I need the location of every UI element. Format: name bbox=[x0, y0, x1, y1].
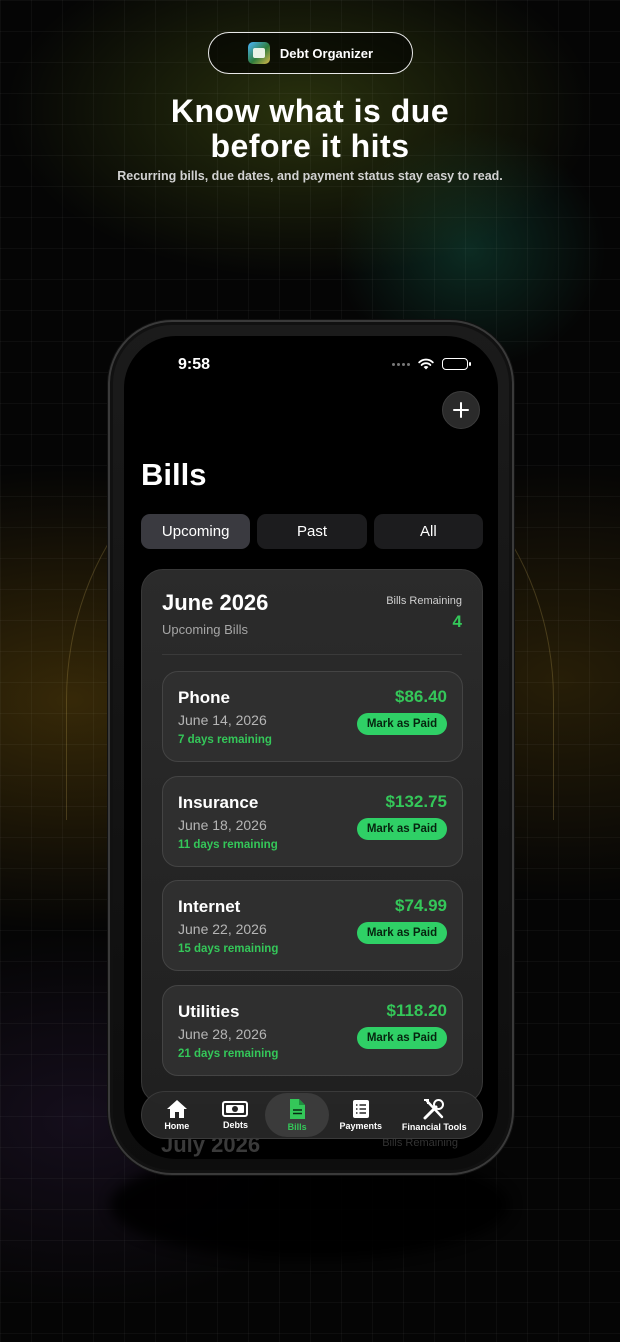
bill-due-date: June 22, 2026 bbox=[178, 921, 267, 937]
segment-past[interactable]: Past bbox=[257, 514, 367, 549]
battery-icon bbox=[442, 358, 471, 370]
bill-name: Phone bbox=[178, 688, 230, 707]
phone-frame: 9:58 Bills Upcoming Past All June 2026 U… bbox=[108, 320, 514, 1175]
headline-line-1: Know what is due bbox=[170, 93, 450, 129]
bill-card-internet[interactable]: Internet June 22, 2026 15 days remaining… bbox=[162, 880, 463, 971]
headline-line-2: before it hits bbox=[210, 128, 410, 164]
banknote-icon bbox=[222, 1101, 249, 1117]
month-subtitle: Upcoming Bills bbox=[162, 622, 248, 637]
tab-label: Financial Tools bbox=[401, 1122, 467, 1132]
tab-bar: Home Debts Bills Payments Financial Tool… bbox=[141, 1091, 483, 1139]
mark-as-paid-button[interactable]: Mark as Paid bbox=[357, 922, 447, 944]
bill-amount: $132.75 bbox=[385, 792, 447, 811]
bill-name: Utilities bbox=[178, 1002, 240, 1021]
status-time: 9:58 bbox=[178, 356, 211, 373]
bill-amount: $118.20 bbox=[386, 1001, 447, 1020]
phone-screen: 9:58 Bills Upcoming Past All June 2026 U… bbox=[124, 336, 498, 1159]
bill-card-insurance[interactable]: Insurance June 18, 2026 11 days remainin… bbox=[162, 776, 463, 867]
promo-subheadline: Recurring bills, due dates, and payment … bbox=[117, 169, 503, 183]
bill-name: Insurance bbox=[178, 793, 259, 812]
bill-due-date: June 18, 2026 bbox=[178, 817, 267, 833]
app-logo-icon bbox=[247, 42, 270, 64]
app-badge: Debt Organizer bbox=[208, 32, 413, 74]
tab-debts[interactable]: Debts bbox=[206, 1093, 266, 1137]
bill-card-utilities[interactable]: Utilities June 28, 2026 21 days remainin… bbox=[162, 985, 463, 1076]
bill-days-remaining: 11 days remaining bbox=[178, 839, 278, 851]
bill-due-date: June 28, 2026 bbox=[178, 1026, 267, 1042]
wifi-icon bbox=[418, 358, 434, 370]
divider bbox=[162, 654, 462, 655]
bills-remaining-count: 4 bbox=[452, 612, 462, 631]
mark-as-paid-button[interactable]: Mark as Paid bbox=[357, 818, 447, 840]
page-title: Bills bbox=[141, 457, 207, 492]
tab-label: Debts bbox=[222, 1120, 248, 1130]
tab-label: Bills bbox=[287, 1122, 307, 1132]
status-icons bbox=[392, 358, 471, 370]
bill-amount: $74.99 bbox=[395, 896, 447, 915]
promo-headline: Know what is due before it hits bbox=[0, 94, 620, 164]
filter-segmented-control: Upcoming Past All bbox=[141, 514, 483, 549]
mark-as-paid-button[interactable]: Mark as Paid bbox=[357, 713, 447, 735]
add-bill-button[interactable] bbox=[442, 391, 480, 429]
house-icon bbox=[166, 1100, 187, 1118]
tab-label: Home bbox=[164, 1121, 190, 1131]
document-icon bbox=[290, 1099, 306, 1119]
mark-as-paid-button[interactable]: Mark as Paid bbox=[357, 1027, 447, 1049]
tools-icon bbox=[423, 1099, 445, 1120]
bill-days-remaining: 15 days remaining bbox=[178, 943, 279, 955]
segment-all[interactable]: All bbox=[373, 514, 483, 549]
tab-financial-tools[interactable]: Financial Tools bbox=[393, 1093, 476, 1137]
app-name: Debt Organizer bbox=[279, 45, 374, 61]
month-title: June 2026 bbox=[162, 590, 269, 615]
bill-days-remaining: 21 days remaining bbox=[178, 1048, 279, 1060]
segment-upcoming[interactable]: Upcoming bbox=[141, 514, 251, 549]
tab-payments[interactable]: Payments bbox=[329, 1093, 393, 1137]
month-group-card: June 2026 Upcoming Bills Bills Remaining… bbox=[141, 569, 483, 1104]
bill-name: Internet bbox=[178, 897, 241, 916]
bill-card-phone[interactable]: Phone June 14, 2026 7 days remaining $86… bbox=[162, 671, 463, 762]
bills-remaining-label: Bills Remaining bbox=[386, 595, 462, 607]
bill-days-remaining: 7 days remaining bbox=[178, 734, 272, 746]
list-icon bbox=[352, 1100, 369, 1118]
tab-label: Payments bbox=[339, 1121, 382, 1131]
plus-icon bbox=[453, 402, 469, 418]
signal-icon bbox=[392, 362, 410, 366]
tab-home[interactable]: Home bbox=[148, 1093, 206, 1137]
bill-due-date: June 14, 2026 bbox=[178, 712, 267, 728]
tab-bills[interactable]: Bills bbox=[265, 1093, 329, 1137]
bill-amount: $86.40 bbox=[395, 687, 447, 706]
